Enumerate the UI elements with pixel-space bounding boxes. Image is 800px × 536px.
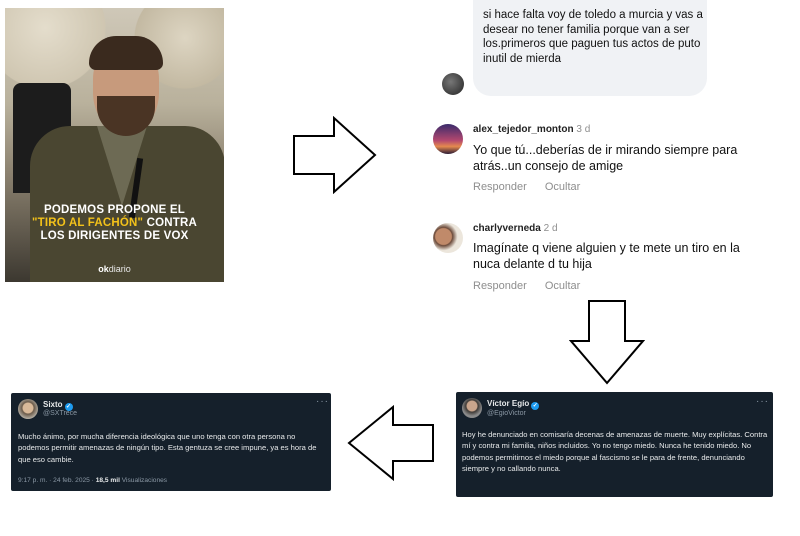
author-name-text: Víctor Egío — [487, 399, 530, 408]
more-options-icon[interactable]: ··· — [756, 396, 769, 407]
commenter-avatar-2[interactable] — [433, 223, 463, 253]
verified-badge-icon: ✓ — [531, 402, 540, 410]
comment-bubble-top: si hace falta voy de toledo a murcia y v… — [473, 0, 707, 96]
comment-username[interactable]: charlyverneda — [473, 223, 541, 234]
headline-highlight: "TIRO AL FACHÓN" — [31, 217, 144, 229]
comment-username[interactable]: alex_tejedor_monton — [473, 124, 574, 135]
author-name-text: Sixto — [43, 400, 63, 409]
tweet-meta: 9:17 p. m. · 24 feb. 2025 · 18,5 mil Vis… — [18, 477, 167, 484]
commenter-avatar-0[interactable] — [442, 73, 464, 95]
source-logo-bold: ok — [98, 264, 109, 274]
tweet-card-victor[interactable]: Víctor Egío ✓ @EgioVictor ··· Hoy he denu… — [456, 392, 773, 497]
views-label: Visualizaciones — [119, 477, 168, 484]
tweet-author-name[interactable]: Víctor Egío ✓ — [487, 399, 540, 410]
avatar[interactable] — [462, 398, 482, 418]
comment-time: 2 d — [543, 223, 558, 234]
hide-button[interactable]: Ocultar — [545, 181, 580, 193]
hide-button[interactable]: Ocultar — [545, 280, 580, 292]
headline-line-1: PODEMOS PROPONE EL — [44, 204, 185, 216]
news-headline: PODEMOS PROPONE EL "TIRO AL FACHÓN" CONT… — [5, 204, 224, 243]
view-count: 18,5 mil — [95, 477, 120, 484]
arrow-down-icon — [569, 299, 645, 385]
comment-header-2: charlyverneda 2 d — [473, 223, 558, 234]
comment-header-1: alex_tejedor_monton 3 d — [473, 124, 590, 135]
avatar[interactable] — [18, 399, 38, 419]
tweet-author-handle[interactable]: @SXTrece — [43, 410, 77, 417]
speaker-hair — [89, 36, 163, 70]
reply-button[interactable]: Responder — [473, 181, 527, 193]
reply-button[interactable]: Responder — [473, 280, 527, 292]
tweet-card-sixto[interactable]: Sixto ✓ @SXTrece ··· Mucho ánimo, por muc… — [11, 393, 331, 491]
more-options-icon[interactable]: ··· — [316, 396, 329, 407]
arrow-right-icon — [292, 116, 378, 194]
tweet-author-handle[interactable]: @EgioVictor — [487, 410, 526, 417]
comment-text: Yo que tú...deberías de ir mirando siemp… — [473, 143, 738, 173]
news-image-card: PODEMOS PROPONE EL "TIRO AL FACHÓN" CONT… — [5, 8, 224, 282]
arrow-left-icon — [347, 405, 435, 481]
source-logo-rest: diario — [108, 264, 131, 274]
tweet-text: Mucho ánimo, por mucha diferencia ideoló… — [18, 432, 317, 464]
source-logo: okdiario — [5, 264, 224, 274]
headline-line-3: LOS DIRIGENTES DE VOX — [40, 230, 189, 242]
comment-bubble-text: si hace falta voy de toledo a murcia y v… — [483, 9, 703, 65]
tweet-text: Hoy he denunciado en comisaría decenas d… — [462, 430, 768, 473]
comment-time: 3 d — [576, 124, 591, 135]
comment-actions-2: Responder Ocultar — [473, 280, 598, 292]
headline-line-2: "TIRO AL FACHÓN" CONTRA — [5, 217, 224, 230]
commenter-avatar-1[interactable] — [433, 124, 463, 154]
comment-text: Imagínate q viene alguien y te mete un t… — [473, 241, 740, 271]
headline-line-2-rest: CONTRA — [146, 217, 197, 229]
tweet-timestamp[interactable]: 9:17 p. m. · 24 feb. 2025 · — [18, 477, 96, 484]
comment-actions-1: Responder Ocultar — [473, 181, 598, 193]
